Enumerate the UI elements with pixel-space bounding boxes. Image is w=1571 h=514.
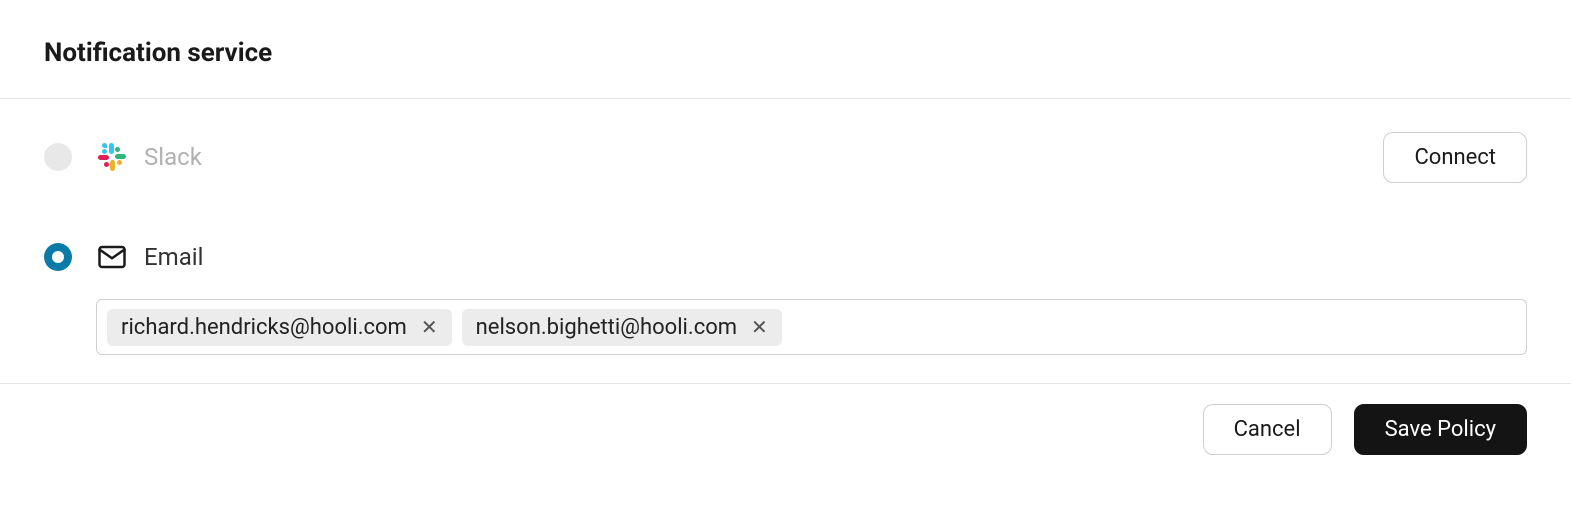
- close-icon[interactable]: ✕: [747, 317, 772, 337]
- option-slack-row: Slack Connect: [0, 127, 1571, 187]
- cancel-button[interactable]: Cancel: [1203, 404, 1332, 455]
- section-header: Notification service: [0, 0, 1571, 98]
- email-chips-input[interactable]: richard.hendricks@hooli.com ✕ nelson.big…: [96, 299, 1527, 355]
- mail-icon: [94, 239, 130, 275]
- divider: [0, 98, 1571, 99]
- email-chips-row: richard.hendricks@hooli.com ✕ nelson.big…: [0, 299, 1571, 355]
- email-chip: richard.hendricks@hooli.com ✕: [107, 309, 452, 346]
- email-chip-text: nelson.bighetti@hooli.com: [476, 315, 737, 340]
- slack-icon: [94, 139, 130, 175]
- radio-slack[interactable]: [44, 143, 72, 171]
- email-chip-text: richard.hendricks@hooli.com: [121, 315, 407, 340]
- section-title: Notification service: [44, 38, 1527, 68]
- option-email-row: Email: [0, 227, 1571, 287]
- email-label: Email: [144, 243, 203, 271]
- radio-email[interactable]: [44, 243, 72, 271]
- footer-actions: Cancel Save Policy: [0, 383, 1571, 479]
- slack-label: Slack: [144, 143, 202, 171]
- close-icon[interactable]: ✕: [417, 317, 442, 337]
- email-chip: nelson.bighetti@hooli.com ✕: [462, 309, 782, 346]
- save-policy-button[interactable]: Save Policy: [1354, 404, 1527, 455]
- connect-slack-button[interactable]: Connect: [1383, 132, 1527, 183]
